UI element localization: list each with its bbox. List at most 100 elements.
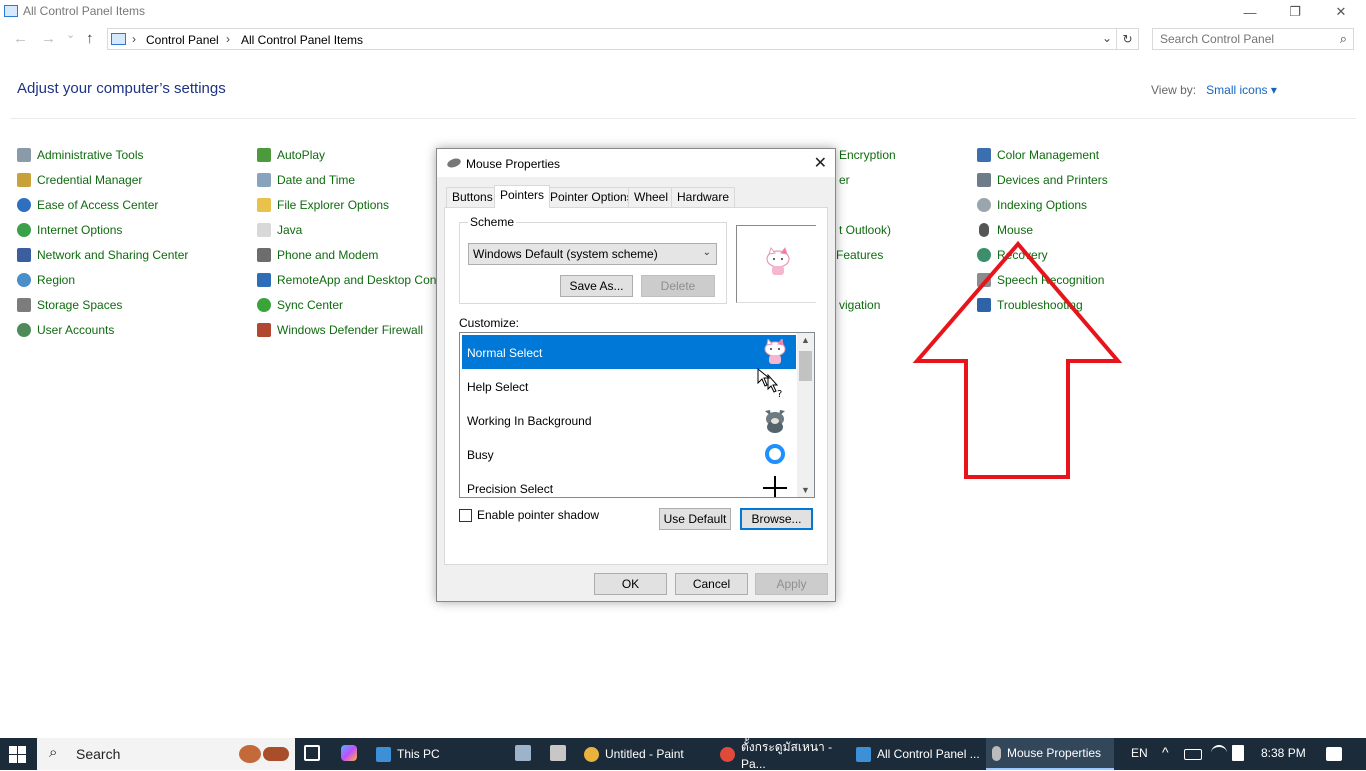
pointer-shadow-checkbox[interactable]: Enable pointer shadow [459,508,599,522]
item-credential-manager[interactable]: Credential Manager [17,171,142,189]
item-label: Color Management [997,148,1100,162]
item-phone-modem[interactable]: Phone and Modem [257,246,378,264]
battery-icon[interactable] [1184,749,1202,760]
checkbox-box[interactable] [459,508,472,522]
apply-button[interactable]: Apply [755,573,828,595]
wifi-icon[interactable] [1211,745,1227,761]
copilot-icon[interactable] [341,745,357,761]
tab-pointers[interactable]: Pointers [494,185,551,208]
item-administrative-tools[interactable]: Administrative Tools [17,146,144,164]
taskbar-search-label: Search [76,746,121,762]
item-windows-firewall[interactable]: Windows Defender Firewall [257,321,423,339]
scheme-dropdown[interactable]: Windows Default (system scheme) ⌄ [468,243,717,265]
taskbar-app-mouse-properties[interactable]: Mouse Properties [986,738,1114,770]
item-label: Java [277,223,303,237]
item-java[interactable]: Java [257,221,302,239]
breadcrumb-all-items[interactable]: All Control Panel Items [241,33,363,47]
cursor-list-scrollbar[interactable]: ▲ ▼ [797,333,814,497]
divider [10,118,1356,119]
use-default-button[interactable]: Use Default [659,508,731,530]
item-ease-of-access[interactable]: Ease of Access Center [17,196,158,214]
item-mail-partial[interactable]: t Outlook) [839,221,891,239]
item-navigation-partial[interactable]: vigation [839,296,880,314]
cursor-row-precision-select[interactable]: Precision Select [462,471,796,497]
item-mouse[interactable]: Mouse [977,221,1033,239]
search-box[interactable]: ⌕ [1152,28,1354,50]
item-autoplay[interactable]: AutoPlay [257,146,325,164]
item-label: Devices and Printers [997,173,1108,187]
taskbar-app-chrome[interactable]: ตั้งกระดูมัสเหนา - Pa... [716,738,846,771]
item-indexing-options[interactable]: Indexing Options [977,196,1087,214]
item-date-time[interactable]: Date and Time [257,171,355,189]
forward-button[interactable]: → [41,30,56,47]
notepad-icon[interactable] [515,745,531,761]
taskbar-app-this-pc[interactable]: This PC [372,738,492,770]
tab-wheel[interactable]: Wheel [628,187,675,207]
browse-button[interactable]: Browse... [740,508,813,530]
taskbar-app-control-panel[interactable]: All Control Panel ... [852,738,982,770]
cursor-row-help-select[interactable]: Help Select ? [462,369,796,403]
user-accounts-icon [17,323,31,337]
scrollbar-thumb[interactable] [799,351,812,381]
snipping-tool-icon[interactable] [550,745,566,761]
address-dropdown-button[interactable]: ⌄ [1102,31,1112,45]
recent-locations-button[interactable]: ⌄ [66,28,75,41]
item-label: t Outlook) [839,223,892,237]
scroll-down-icon[interactable]: ▼ [801,485,810,495]
minimize-button[interactable]: — [1227,0,1273,24]
item-network-sharing[interactable]: Network and Sharing Center [17,246,188,264]
refresh-button[interactable]: ↻ [1116,29,1138,49]
window-title: All Control Panel Items [23,4,146,18]
search-icon[interactable]: ⌕ [1340,31,1347,47]
start-button[interactable] [9,746,26,763]
volume-icon[interactable] [1232,745,1244,761]
cursor-list[interactable]: Normal Select Help Select ? Working In B… [459,332,815,498]
ok-button[interactable]: OK [594,573,667,595]
maximize-button[interactable]: ❐ [1272,0,1318,24]
delete-button[interactable]: Delete [641,275,715,297]
cancel-button[interactable]: Cancel [675,573,748,595]
cursor-label: Working In Background [467,414,592,428]
tab-buttons[interactable]: Buttons [446,187,499,207]
breadcrumb-control-panel[interactable]: Control Panel [146,33,219,47]
item-user-accounts[interactable]: User Accounts [17,321,114,339]
task-view-icon[interactable] [304,745,320,761]
language-indicator[interactable]: EN [1131,746,1148,760]
taskbar-search[interactable]: ⌕ Search [37,738,295,770]
address-bar[interactable]: › Control Panel › All Control Panel Item… [107,28,1139,50]
dialog-title: Mouse Properties [466,157,561,171]
item-label: Phone and Modem [277,248,379,262]
up-button[interactable]: ↑ [86,30,94,47]
item-label: Sync Center [277,298,344,312]
item-storage-spaces[interactable]: Storage Spaces [17,296,122,314]
item-remoteapp[interactable]: RemoteApp and Desktop Connections [257,271,436,289]
item-devices-printers[interactable]: Devices and Printers [977,171,1108,189]
tray-overflow-icon[interactable]: ^ [1162,744,1169,760]
cursor-row-normal-select[interactable]: Normal Select [462,335,796,369]
save-as-button[interactable]: Save As... [560,275,633,297]
item-partial[interactable]: er [839,171,850,189]
notifications-icon[interactable] [1326,747,1342,761]
item-bitlocker-partial[interactable]: Encryption [839,146,896,164]
item-file-explorer-options[interactable]: File Explorer Options [257,196,389,214]
item-internet-options[interactable]: Internet Options [17,221,122,239]
taskbar-app-paint[interactable]: Untitled - Paint [580,738,708,770]
tab-pointer-options[interactable]: Pointer Options [544,187,639,207]
item-label: User Accounts [37,323,115,337]
view-by-dropdown[interactable]: Small icons ▾ [1206,83,1277,97]
cursor-row-working-background[interactable]: Working In Background [462,403,796,437]
scroll-up-icon[interactable]: ▲ [801,335,810,345]
cursor-row-busy[interactable]: Busy [462,437,796,471]
tab-hardware[interactable]: Hardware [671,187,736,207]
item-sync-center[interactable]: Sync Center [257,296,343,314]
search-input[interactable] [1160,32,1330,46]
item-region[interactable]: Region [17,271,75,289]
remoteapp-icon [257,273,271,287]
dialog-close-button[interactable]: ✕ [814,153,827,173]
item-color-management[interactable]: Color Management [977,146,1099,164]
ease-of-access-icon [17,198,31,212]
close-button[interactable]: ✕ [1318,0,1364,24]
back-button[interactable]: ← [13,30,28,47]
item-features-partial[interactable]: Features [836,246,883,264]
clock[interactable]: 8:38 PM [1261,746,1306,760]
